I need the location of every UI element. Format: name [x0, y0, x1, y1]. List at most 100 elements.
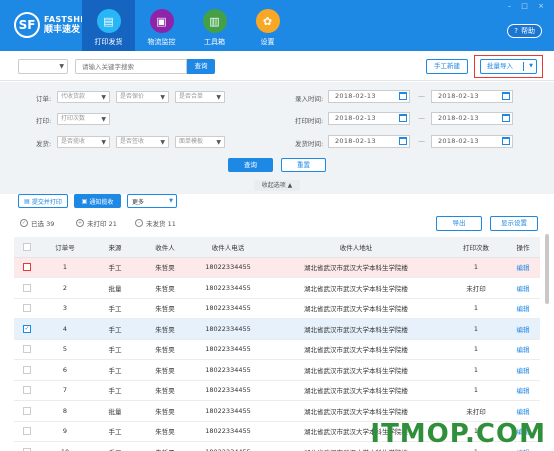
- cell-src: 手工: [90, 298, 140, 319]
- row-checkbox[interactable]: [23, 263, 31, 272]
- cell-no: 4: [40, 318, 90, 340]
- ship-time-end[interactable]: 2018-02-13: [431, 135, 513, 148]
- selected-count[interactable]: ✓ 已选 39: [20, 218, 54, 228]
- toolbar: ▤ 提交并打印 ▣ 通知揽收 更多 ▼: [0, 194, 554, 212]
- edit-link[interactable]: 编辑: [506, 257, 540, 278]
- highlight-box: [474, 55, 543, 78]
- cell-src: 手工: [90, 421, 140, 442]
- edit-link[interactable]: 编辑: [506, 400, 540, 422]
- row-checkbox[interactable]: ✓: [23, 324, 31, 333]
- row-checkbox[interactable]: [23, 386, 31, 395]
- window-controls[interactable]: – □ ×: [508, 2, 548, 10]
- cell-prints: 1: [446, 298, 506, 319]
- edit-link[interactable]: 编辑: [506, 318, 540, 340]
- notify-pickup-button[interactable]: ▣ 通知揽收: [74, 194, 121, 208]
- table-row[interactable]: ✓ 4 手工 朱哲昊 18022334455 湖北省武汉市武汉大学本科生学院楼 1 编辑: [14, 318, 540, 340]
- column-header: 收件人电话: [190, 237, 266, 258]
- cod-select[interactable]: 代收货款 ▼: [57, 91, 110, 103]
- order-label: 订单:: [36, 95, 52, 103]
- print-count-select[interactable]: 打印次数 ▼: [57, 113, 110, 125]
- manual-create-button[interactable]: 手工新建: [426, 59, 468, 74]
- nav-item-2[interactable]: ▥ 工具箱: [188, 0, 241, 51]
- edit-link[interactable]: 编辑: [506, 298, 540, 319]
- calendar-icon: [502, 137, 510, 145]
- printer-icon: ▤: [24, 197, 30, 205]
- help-label: 帮助: [521, 27, 535, 35]
- calendar-icon: [502, 114, 510, 122]
- cell-phone: 18022334455: [190, 441, 266, 451]
- print-time-label: 打印时间:: [295, 117, 324, 125]
- calendar-icon: [502, 92, 510, 100]
- row-checkbox[interactable]: [23, 304, 31, 313]
- cell-prints: 未打印: [446, 277, 506, 299]
- edit-link[interactable]: 编辑: [506, 277, 540, 299]
- nav-item-3[interactable]: ✿ 设置: [241, 0, 294, 51]
- edit-link[interactable]: 编辑: [506, 380, 540, 401]
- submit-print-button[interactable]: ▤ 提交并打印: [18, 194, 68, 208]
- row-checkbox[interactable]: [23, 427, 31, 436]
- cell-phone: 18022334455: [190, 421, 266, 442]
- logo-mark: SF: [14, 12, 40, 38]
- nav-label: 物流监控: [147, 38, 176, 46]
- chevron-down-icon: ▼: [160, 94, 165, 101]
- cell-src: 手工: [90, 441, 140, 451]
- filter-reset-button[interactable]: 重置: [281, 158, 326, 172]
- cell-name: 朱哲昊: [140, 359, 190, 381]
- scrollbar-thumb[interactable]: [545, 234, 549, 304]
- minus-circle-icon: –: [135, 219, 143, 227]
- cell-src: 手工: [90, 359, 140, 381]
- table-row[interactable]: 1 手工 朱哲昊 18022334455 湖北省武汉市武汉大学本科生学院楼 1 编辑: [14, 257, 540, 278]
- cell-no: 7: [40, 380, 90, 401]
- nav-item-1[interactable]: ▣ 物流监控: [135, 0, 188, 51]
- cell-no: 3: [40, 298, 90, 319]
- collapse-options-toggle[interactable]: 收起选项 ▲: [254, 180, 300, 191]
- row-checkbox[interactable]: [23, 283, 31, 292]
- select-all-checkbox[interactable]: [23, 242, 31, 251]
- table-row[interactable]: 2 批量 朱哲昊 18022334455 湖北省武汉市武汉大学本科生学院楼 未打印 编辑: [14, 277, 540, 299]
- unprinted-count[interactable]: + 未打印 21: [76, 218, 117, 228]
- waybill-template-select[interactable]: 面单模板 ▼: [175, 136, 225, 148]
- unshipped-count[interactable]: – 未发货 11: [135, 218, 176, 228]
- table-row[interactable]: 3 手工 朱哲昊 18022334455 湖北省武汉市武汉大学本科生学院楼 1 编辑: [14, 298, 540, 319]
- print-time-end[interactable]: 2018-02-13: [431, 112, 513, 125]
- cell-phone: 18022334455: [190, 257, 266, 278]
- search-button[interactable]: 查询: [187, 59, 215, 74]
- table-row[interactable]: 7 手工 朱哲昊 18022334455 湖北省武汉市武汉大学本科生学院楼 1 编辑: [14, 380, 540, 401]
- chevron-down-icon: ▼: [216, 94, 221, 101]
- search-type-select[interactable]: ▼: [18, 59, 68, 74]
- cell-prints: 未打印: [446, 400, 506, 422]
- display-settings-button[interactable]: 显示设置: [490, 216, 538, 231]
- search-input[interactable]: [75, 59, 187, 74]
- table-row[interactable]: 8 批量 朱哲昊 18022334455 湖北省武汉市武汉大学本科生学院楼 未打印 编辑: [14, 400, 540, 422]
- entry-time-start[interactable]: 2018-02-13: [328, 90, 410, 103]
- edit-link[interactable]: 编辑: [506, 359, 540, 381]
- merged-select[interactable]: 是否合单 ▼: [175, 91, 225, 103]
- cell-addr: 湖北省武汉市武汉大学本科生学院楼: [266, 298, 446, 319]
- cell-phone: 18022334455: [190, 400, 266, 422]
- main-nav: ▤ 打印发货 ▣ 物流监控 ▥ 工具箱 ✿ 设置: [82, 0, 294, 51]
- entry-time-label: 录入时间:: [295, 95, 324, 103]
- more-select[interactable]: 更多 ▼: [127, 194, 177, 208]
- filter-panel: 订单: 代收货款 ▼ 是否保价 ▼ 是否合单 ▼ 打印: 打印次数 ▼ 发货: 是否揽收…: [0, 82, 554, 194]
- nav-item-0[interactable]: ▤ 打印发货: [82, 0, 135, 51]
- pickup-select[interactable]: 是否揽收 ▼: [57, 136, 110, 148]
- column-header: 操作: [506, 237, 540, 258]
- table-row[interactable]: 6 手工 朱哲昊 18022334455 湖北省武汉市武汉大学本科生学院楼 1 编辑: [14, 359, 540, 381]
- filter-query-button[interactable]: 查询: [228, 158, 273, 172]
- edit-link[interactable]: 编辑: [506, 339, 540, 360]
- signed-select[interactable]: 是否签收 ▼: [116, 136, 169, 148]
- cell-addr: 湖北省武汉市武汉大学本科生学院楼: [266, 257, 446, 278]
- help-button[interactable]: ? 帮助: [507, 24, 542, 38]
- table-row[interactable]: 5 手工 朱哲昊 18022334455 湖北省武汉市武汉大学本科生学院楼 1 编辑: [14, 339, 540, 360]
- ship-time-start[interactable]: 2018-02-13: [328, 135, 410, 148]
- row-checkbox[interactable]: [23, 345, 31, 354]
- entry-time-end[interactable]: 2018-02-13: [431, 90, 513, 103]
- print-time-start[interactable]: 2018-02-13: [328, 112, 410, 125]
- column-header: 订单号: [40, 237, 90, 258]
- table-header: 订单号 来源 收件人 收件人电话 收件人地址 打印次数 操作: [14, 237, 540, 258]
- monitor-icon: ▣: [149, 9, 174, 33]
- export-button[interactable]: 导出: [436, 216, 482, 231]
- row-checkbox[interactable]: [23, 365, 31, 374]
- insured-select[interactable]: 是否保价 ▼: [116, 91, 169, 103]
- row-checkbox[interactable]: [23, 406, 31, 415]
